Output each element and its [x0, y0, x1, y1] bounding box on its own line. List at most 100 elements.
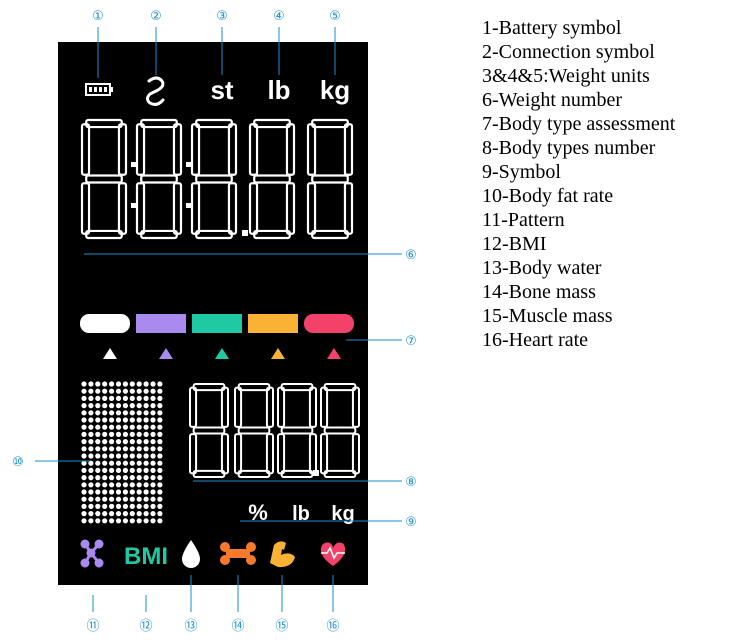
colon-dot: [186, 162, 191, 167]
matrix-dot: [157, 482, 163, 488]
matrix-dot: [136, 381, 142, 387]
matrix-dot: [109, 403, 115, 409]
matrix-dot: [122, 467, 128, 473]
matrix-dot: [129, 482, 135, 488]
matrix-dot: [143, 453, 149, 459]
callout-3: ③: [216, 9, 228, 24]
matrix-dot: [136, 460, 142, 466]
matrix-dot: [109, 424, 115, 430]
matrix-dot: [88, 388, 94, 394]
matrix-dot: [95, 482, 101, 488]
matrix-dot: [95, 503, 101, 509]
matrix-dot: [143, 388, 149, 394]
matrix-dot: [157, 496, 163, 502]
matrix-dot: [115, 431, 122, 437]
matrix-dot: [143, 482, 149, 488]
matrix-dot: [109, 496, 115, 502]
matrix-dot: [143, 446, 149, 452]
matrix-dot: [109, 475, 115, 481]
matrix-dot: [109, 482, 115, 488]
matrix-dot: [122, 453, 128, 459]
matrix-dot: [102, 388, 108, 394]
matrix-dot: [88, 453, 94, 459]
matrix-dot: [81, 403, 87, 409]
matrix-dot: [102, 467, 108, 473]
callout-7: ⑦: [405, 334, 417, 349]
matrix-dot: [150, 510, 156, 517]
matrix-dot: [129, 503, 135, 509]
matrix-dot: [150, 460, 156, 466]
matrix-dot: [102, 381, 108, 387]
matrix-dot: [136, 446, 142, 452]
matrix-dot: [136, 453, 142, 459]
matrix-dot: [88, 446, 94, 452]
matrix-dot: [143, 496, 149, 502]
matrix-dot: [102, 403, 108, 409]
matrix-dot: [143, 410, 149, 416]
matrix-dot: [115, 381, 122, 387]
callout-12: ⑫: [139, 619, 152, 634]
matrix-dot: [115, 424, 122, 430]
legend-item: 7-Body type assessment: [482, 113, 676, 135]
matrix-dot: [115, 446, 122, 452]
matrix-dot: [81, 439, 87, 445]
matrix-dot: [102, 510, 108, 517]
matrix-dot: [157, 467, 163, 473]
matrix-dot: [157, 489, 163, 495]
matrix-dot: [150, 403, 156, 409]
matrix-dot: [95, 453, 101, 459]
matrix-dot: [143, 439, 149, 445]
matrix-dot: [122, 410, 128, 416]
matrix-dot: [157, 453, 163, 459]
matrix-dot: [115, 496, 122, 502]
matrix-dot: [157, 403, 163, 409]
lcd-panel: [58, 42, 368, 585]
matrix-dot: [109, 510, 115, 517]
matrix-dot: [122, 475, 128, 481]
colon-dot: [186, 203, 191, 208]
matrix-dot: [150, 381, 156, 387]
matrix-dot: [115, 403, 122, 409]
unit-st: st: [210, 75, 233, 105]
legend-item: 13-Body water: [482, 257, 602, 279]
callout-4: ④: [273, 9, 285, 24]
matrix-dot: [122, 381, 128, 387]
matrix-dot: [150, 489, 156, 495]
matrix-dot: [81, 453, 87, 459]
matrix-dot: [109, 395, 115, 401]
matrix-dot: [136, 467, 142, 473]
matrix-dot: [136, 496, 142, 502]
matrix-dot: [129, 424, 135, 430]
matrix-dot: [115, 467, 122, 473]
matrix-dot: [115, 410, 122, 416]
matrix-dot: [109, 417, 115, 423]
matrix-dot: [157, 381, 163, 387]
matrix-dot: [150, 446, 156, 452]
matrix-dot: [136, 424, 142, 430]
matrix-dot: [122, 489, 128, 495]
legend-item: 14-Bone mass: [482, 281, 596, 303]
matrix-dot: [129, 446, 135, 452]
matrix-dot: [102, 424, 108, 430]
matrix-dot: [122, 403, 128, 409]
matrix-dot: [95, 403, 101, 409]
matrix-dot: [88, 482, 94, 488]
body-type-segment: [80, 314, 130, 333]
matrix-dot: [102, 446, 108, 452]
matrix-dot: [88, 431, 94, 437]
matrix-dot: [129, 467, 135, 473]
matrix-dot: [136, 439, 142, 445]
matrix-dot: [115, 510, 122, 517]
matrix-dot: [157, 431, 163, 437]
matrix-dot: [143, 489, 149, 495]
matrix-dot: [157, 475, 163, 481]
matrix-dot: [150, 475, 156, 481]
matrix-dot: [150, 496, 156, 502]
matrix-dot: [81, 489, 87, 495]
matrix-dot: [81, 395, 87, 401]
legend-list: 1-Battery symbol 2-Connection symbol 3&4…: [482, 16, 675, 352]
matrix-dot: [143, 460, 149, 466]
matrix-dot: [95, 446, 101, 452]
matrix-dot: [136, 510, 142, 517]
matrix-dot: [88, 424, 94, 430]
